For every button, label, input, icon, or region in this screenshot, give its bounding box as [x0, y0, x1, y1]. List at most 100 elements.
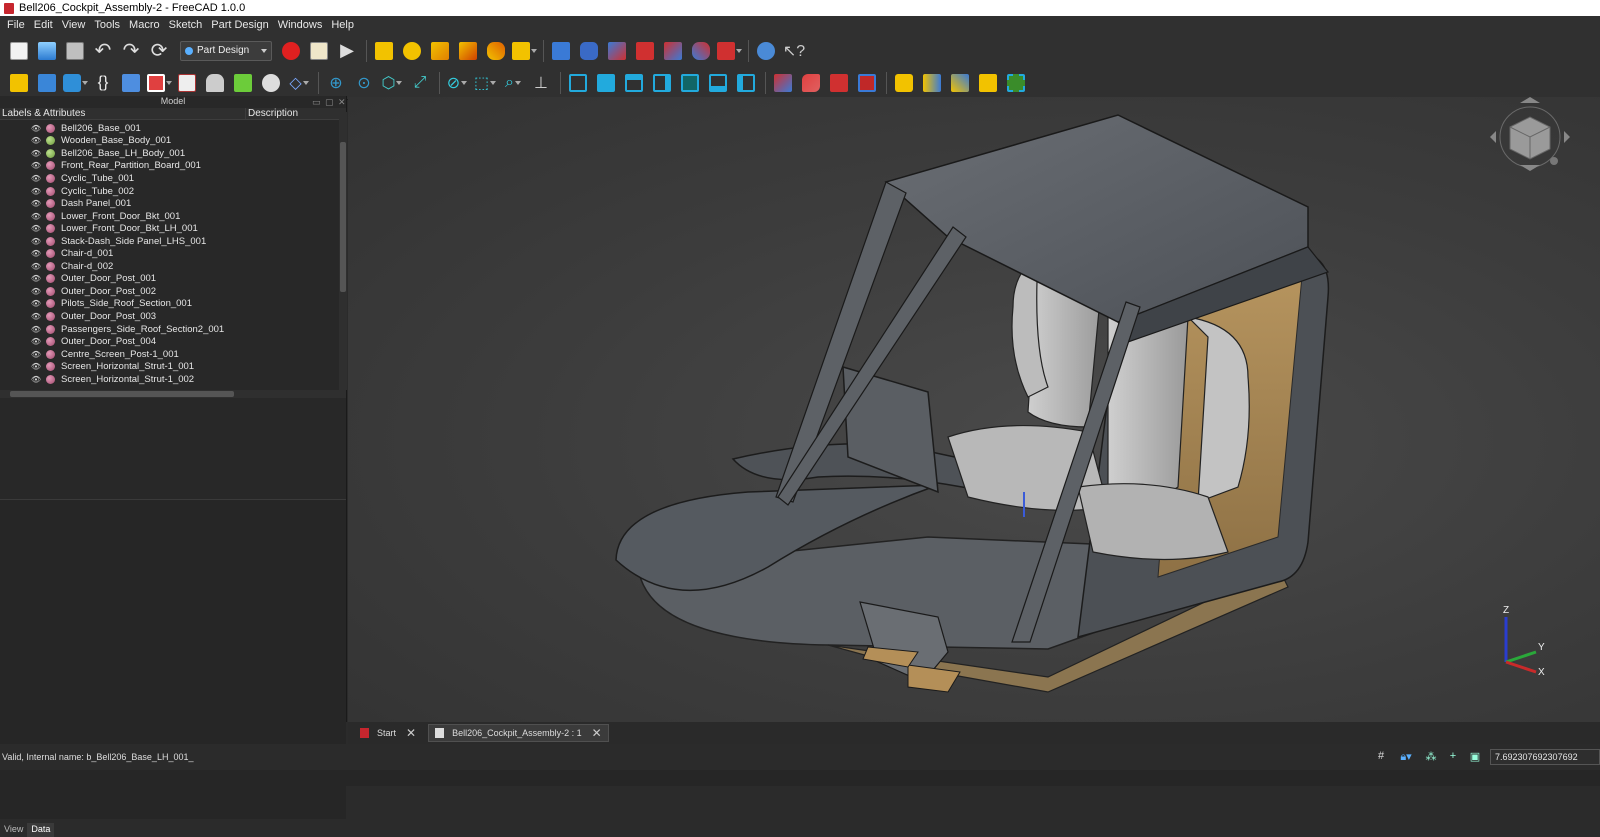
- tree-item[interactable]: 👁︎ Bell206_Base_LH_Body_001: [0, 147, 338, 160]
- pipe-button[interactable]: [455, 38, 481, 64]
- boolean-select-button[interactable]: [1003, 70, 1029, 96]
- expression-button[interactable]: {}: [90, 70, 116, 96]
- groove-button[interactable]: [604, 38, 630, 64]
- tree-item[interactable]: 👁︎ Outer_Door_Post_002: [0, 285, 338, 298]
- close-icon[interactable]: ✕: [406, 726, 416, 740]
- tab-document[interactable]: Bell206_Cockpit_Assembly-2 : 1 ✕: [428, 724, 609, 742]
- workbench-selector[interactable]: Part Design: [180, 40, 272, 61]
- datum-button[interactable]: [202, 70, 228, 96]
- view-front-button[interactable]: [593, 70, 619, 96]
- close-panel-icon[interactable]: ✕: [338, 97, 346, 108]
- zoom-button[interactable]: ⌕: [500, 70, 526, 96]
- tab-data[interactable]: Data: [27, 823, 55, 837]
- chamfer-button[interactable]: [770, 70, 796, 96]
- select-filter-button[interactable]: ⬚: [472, 70, 498, 96]
- tree-item[interactable]: 👁︎ Front_Rear_Partition_Board_001: [0, 160, 338, 173]
- visibility-eye-icon[interactable]: 👁︎: [30, 325, 42, 334]
- record-macro-button[interactable]: [278, 38, 304, 64]
- tree-item[interactable]: 👁︎ Dash Panel_001: [0, 197, 338, 210]
- save-button[interactable]: [62, 38, 88, 64]
- tree-item[interactable]: 👁︎ Screen_Horizontal_Strut-1_001: [0, 360, 338, 373]
- helix-button[interactable]: [483, 38, 509, 64]
- mirrored-button[interactable]: [891, 70, 917, 96]
- linear-pattern-button[interactable]: [919, 70, 945, 96]
- subtractive-pipe-button[interactable]: [660, 38, 686, 64]
- tab-start[interactable]: Start ✕: [354, 724, 422, 742]
- visibility-eye-icon[interactable]: 👁︎: [30, 375, 42, 384]
- tree-item[interactable]: 👁︎ Outer_Door_Post_003: [0, 310, 338, 323]
- pad-button[interactable]: [371, 38, 397, 64]
- visibility-eye-icon[interactable]: 👁︎: [30, 312, 42, 321]
- visibility-eye-icon[interactable]: 👁︎: [30, 262, 42, 271]
- tree-item[interactable]: 👁︎ Lower_Front_Door_Bkt_LH_001: [0, 222, 338, 235]
- tree-item[interactable]: 👁︎ Wooden_Base_Body_001: [0, 135, 338, 148]
- measurement-tool-button[interactable]: ⊥: [528, 70, 554, 96]
- new-document-button[interactable]: [6, 38, 32, 64]
- tree-item[interactable]: 👁︎ Bell206_Base_001: [0, 122, 338, 135]
- tree-item[interactable]: 👁︎ Stack-Dash_Side Panel_LHS_001: [0, 235, 338, 248]
- tree-item[interactable]: 👁︎ Outer_Door_Post_001: [0, 273, 338, 286]
- menu-windows[interactable]: Windows: [275, 19, 329, 31]
- tree-item[interactable]: 👁︎ Screen_Horizontal_Strut-1_002: [0, 373, 338, 386]
- menu-sketch[interactable]: Sketch: [166, 19, 209, 31]
- snap-icon[interactable]: ⁂: [1423, 750, 1439, 764]
- units-icon[interactable]: ▣: [1467, 750, 1483, 764]
- visibility-eye-icon[interactable]: 👁︎: [30, 274, 42, 283]
- visibility-eye-icon[interactable]: 👁︎: [30, 212, 42, 221]
- polar-pattern-button[interactable]: [947, 70, 973, 96]
- refresh-button[interactable]: ⟳: [146, 38, 172, 64]
- tree-vertical-scrollbar[interactable]: [339, 112, 347, 390]
- tree-item[interactable]: 👁︎ Pilots_Side_Roof_Section_001: [0, 298, 338, 311]
- coordinate-readout[interactable]: 7.692307692307692: [1490, 749, 1600, 765]
- view-top-button[interactable]: [621, 70, 647, 96]
- visibility-eye-icon[interactable]: 👁︎: [30, 124, 42, 133]
- float-panel-icon[interactable]: ▭: [312, 97, 321, 108]
- macro-editor-button[interactable]: [306, 38, 332, 64]
- view-isometric-button[interactable]: [565, 70, 591, 96]
- visibility-eye-icon[interactable]: 👁︎: [30, 237, 42, 246]
- menu-tools[interactable]: Tools: [91, 19, 126, 31]
- grid-icon[interactable]: #: [1373, 750, 1389, 764]
- pocket-button[interactable]: [548, 38, 574, 64]
- undo-button[interactable]: ↶: [90, 38, 116, 64]
- tree-item[interactable]: 👁︎ Centre_Screen_Post-1_001: [0, 348, 338, 361]
- draft-button[interactable]: [826, 70, 852, 96]
- visibility-eye-icon[interactable]: 👁︎: [30, 174, 42, 183]
- create-part-button[interactable]: [34, 70, 60, 96]
- view-rear-button[interactable]: [677, 70, 703, 96]
- subtractive-loft-button[interactable]: [632, 38, 658, 64]
- visibility-eye-icon[interactable]: 👁︎: [30, 350, 42, 359]
- datum-plane-button[interactable]: ◇: [286, 70, 312, 96]
- sketch-button[interactable]: [174, 70, 200, 96]
- tree-item[interactable]: 👁︎ Chair-d_002: [0, 260, 338, 273]
- loft-button[interactable]: [427, 38, 453, 64]
- cockpit-model-render[interactable]: Z Y X: [348, 97, 1600, 722]
- visibility-eye-icon[interactable]: 👁︎: [30, 199, 42, 208]
- view-right-button[interactable]: [649, 70, 675, 96]
- tree-item[interactable]: 👁︎ Cyclic_Tube_001: [0, 172, 338, 185]
- menu-part-design[interactable]: Part Design: [208, 19, 274, 31]
- multi-transform-button[interactable]: [975, 70, 1001, 96]
- shape-builder-button[interactable]: [230, 70, 256, 96]
- lock-icon[interactable]: 🔒︎▾: [1395, 750, 1417, 764]
- visibility-eye-icon[interactable]: 👁︎: [30, 249, 42, 258]
- navigation-cube[interactable]: [1490, 97, 1570, 171]
- open-button[interactable]: [34, 38, 60, 64]
- tree-horizontal-scrollbar[interactable]: [0, 390, 346, 398]
- visibility-eye-icon[interactable]: 👁︎: [30, 187, 42, 196]
- menu-help[interactable]: Help: [328, 19, 360, 31]
- measure-button[interactable]: ⤢: [407, 70, 433, 96]
- labels-column-header[interactable]: Labels & Attributes: [0, 108, 246, 119]
- fit-all-button[interactable]: ⊕: [323, 70, 349, 96]
- close-icon[interactable]: ✕: [592, 726, 602, 740]
- menu-macro[interactable]: Macro: [126, 19, 166, 31]
- visibility-eye-icon[interactable]: 👁︎: [30, 149, 42, 158]
- fit-selection-button[interactable]: ⊙: [351, 70, 377, 96]
- visibility-eye-icon[interactable]: 👁︎: [30, 362, 42, 371]
- tree-item[interactable]: 👁︎ Chair-d_001: [0, 247, 338, 260]
- fillet-button[interactable]: [798, 70, 824, 96]
- link-button[interactable]: [62, 70, 88, 96]
- shape-binder-button[interactable]: [118, 70, 144, 96]
- subtractive-helix-button[interactable]: [688, 38, 714, 64]
- menu-view[interactable]: View: [59, 19, 92, 31]
